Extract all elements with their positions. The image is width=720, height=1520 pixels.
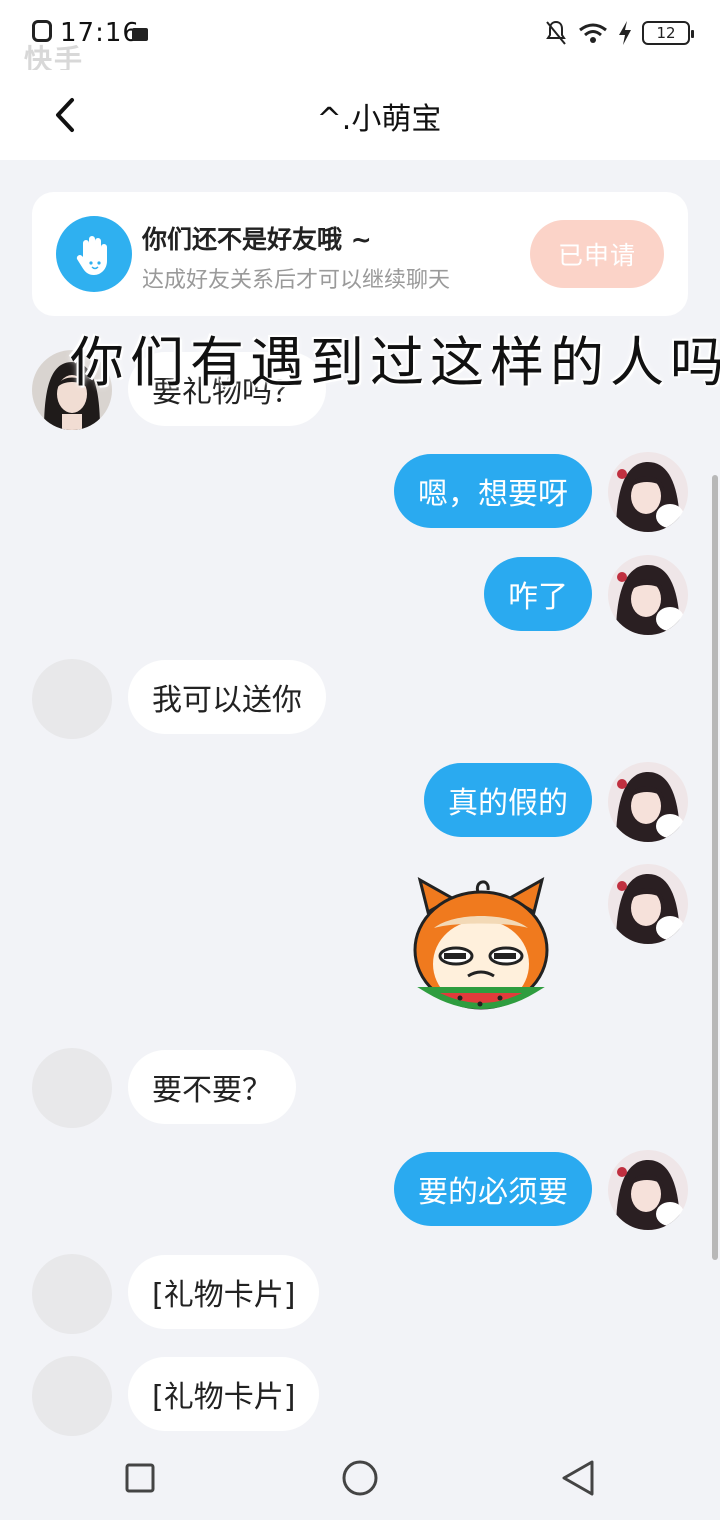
message-bubble[interactable]: 要的必须要 bbox=[394, 1152, 592, 1226]
square-icon bbox=[125, 1463, 155, 1493]
status-icons: 12 bbox=[544, 18, 694, 48]
message-bubble[interactable]: 我可以送你 bbox=[128, 660, 326, 734]
overlay-caption: 你们有遇到过这样的人吗 bbox=[70, 331, 720, 394]
wifi-icon bbox=[579, 23, 607, 43]
applied-button[interactable]: 已申请 bbox=[530, 220, 664, 288]
message-text: 我可以送你 bbox=[152, 683, 302, 718]
message-bubble[interactable]: 咋了 bbox=[484, 557, 592, 631]
battery-level: 12 bbox=[656, 24, 676, 42]
message-bubble[interactable]: 嗯，想要呀 bbox=[394, 454, 592, 528]
gift-card-message[interactable]: [礼物卡片] bbox=[128, 1357, 320, 1431]
message-text: 真的假的 bbox=[448, 786, 568, 821]
scrollbar[interactable] bbox=[712, 475, 718, 1260]
nav-back-button[interactable] bbox=[556, 1456, 600, 1500]
message-text: 咋了 bbox=[508, 580, 568, 615]
contact-avatar[interactable] bbox=[32, 1356, 112, 1436]
notice-title: 你们还不是好友哦 ~ bbox=[142, 225, 372, 254]
circle-icon bbox=[342, 1460, 378, 1496]
triangle-back-icon bbox=[562, 1460, 594, 1496]
battery-indicator: 12 bbox=[642, 21, 694, 45]
message-text: [礼物卡片] bbox=[152, 1278, 296, 1313]
message-text: 要不要？ bbox=[152, 1073, 272, 1108]
charging-icon bbox=[619, 21, 631, 45]
friend-notice-card: 你们还不是好友哦 ~ 达成好友关系后才可以继续聊天 已申请 bbox=[32, 192, 688, 316]
my-avatar[interactable] bbox=[608, 864, 688, 944]
status-bar: 17:16 快手 12 bbox=[0, 0, 720, 76]
my-avatar[interactable] bbox=[608, 555, 688, 635]
message-text: 要的必须要 bbox=[418, 1175, 568, 1210]
home-button[interactable] bbox=[338, 1456, 382, 1500]
message-bubble[interactable]: 真的假的 bbox=[424, 763, 592, 837]
notice-subtitle: 达成好友关系后才可以继续聊天 bbox=[142, 268, 451, 293]
chat-header: ^.小萌宝 bbox=[0, 70, 720, 160]
hand-wave-icon bbox=[56, 216, 132, 292]
gift-card-message[interactable]: [礼物卡片] bbox=[128, 1255, 320, 1329]
recents-button[interactable] bbox=[118, 1456, 162, 1500]
message-bubble[interactable]: 要不要？ bbox=[128, 1050, 296, 1124]
video-icon bbox=[132, 28, 148, 41]
melon-eating-cat-sticker[interactable] bbox=[398, 872, 564, 1022]
contact-avatar[interactable] bbox=[32, 1254, 112, 1334]
message-text: [礼物卡片] bbox=[152, 1380, 296, 1415]
my-avatar[interactable] bbox=[608, 762, 688, 842]
chat-title: ^.小萌宝 bbox=[316, 102, 442, 137]
message-text: 嗯，想要呀 bbox=[418, 477, 568, 512]
contact-avatar[interactable] bbox=[32, 659, 112, 739]
my-avatar[interactable] bbox=[608, 1150, 688, 1230]
my-avatar[interactable] bbox=[608, 452, 688, 532]
system-nav-bar bbox=[0, 1436, 720, 1520]
contact-avatar[interactable] bbox=[32, 1048, 112, 1128]
mute-bell-icon bbox=[546, 20, 566, 45]
